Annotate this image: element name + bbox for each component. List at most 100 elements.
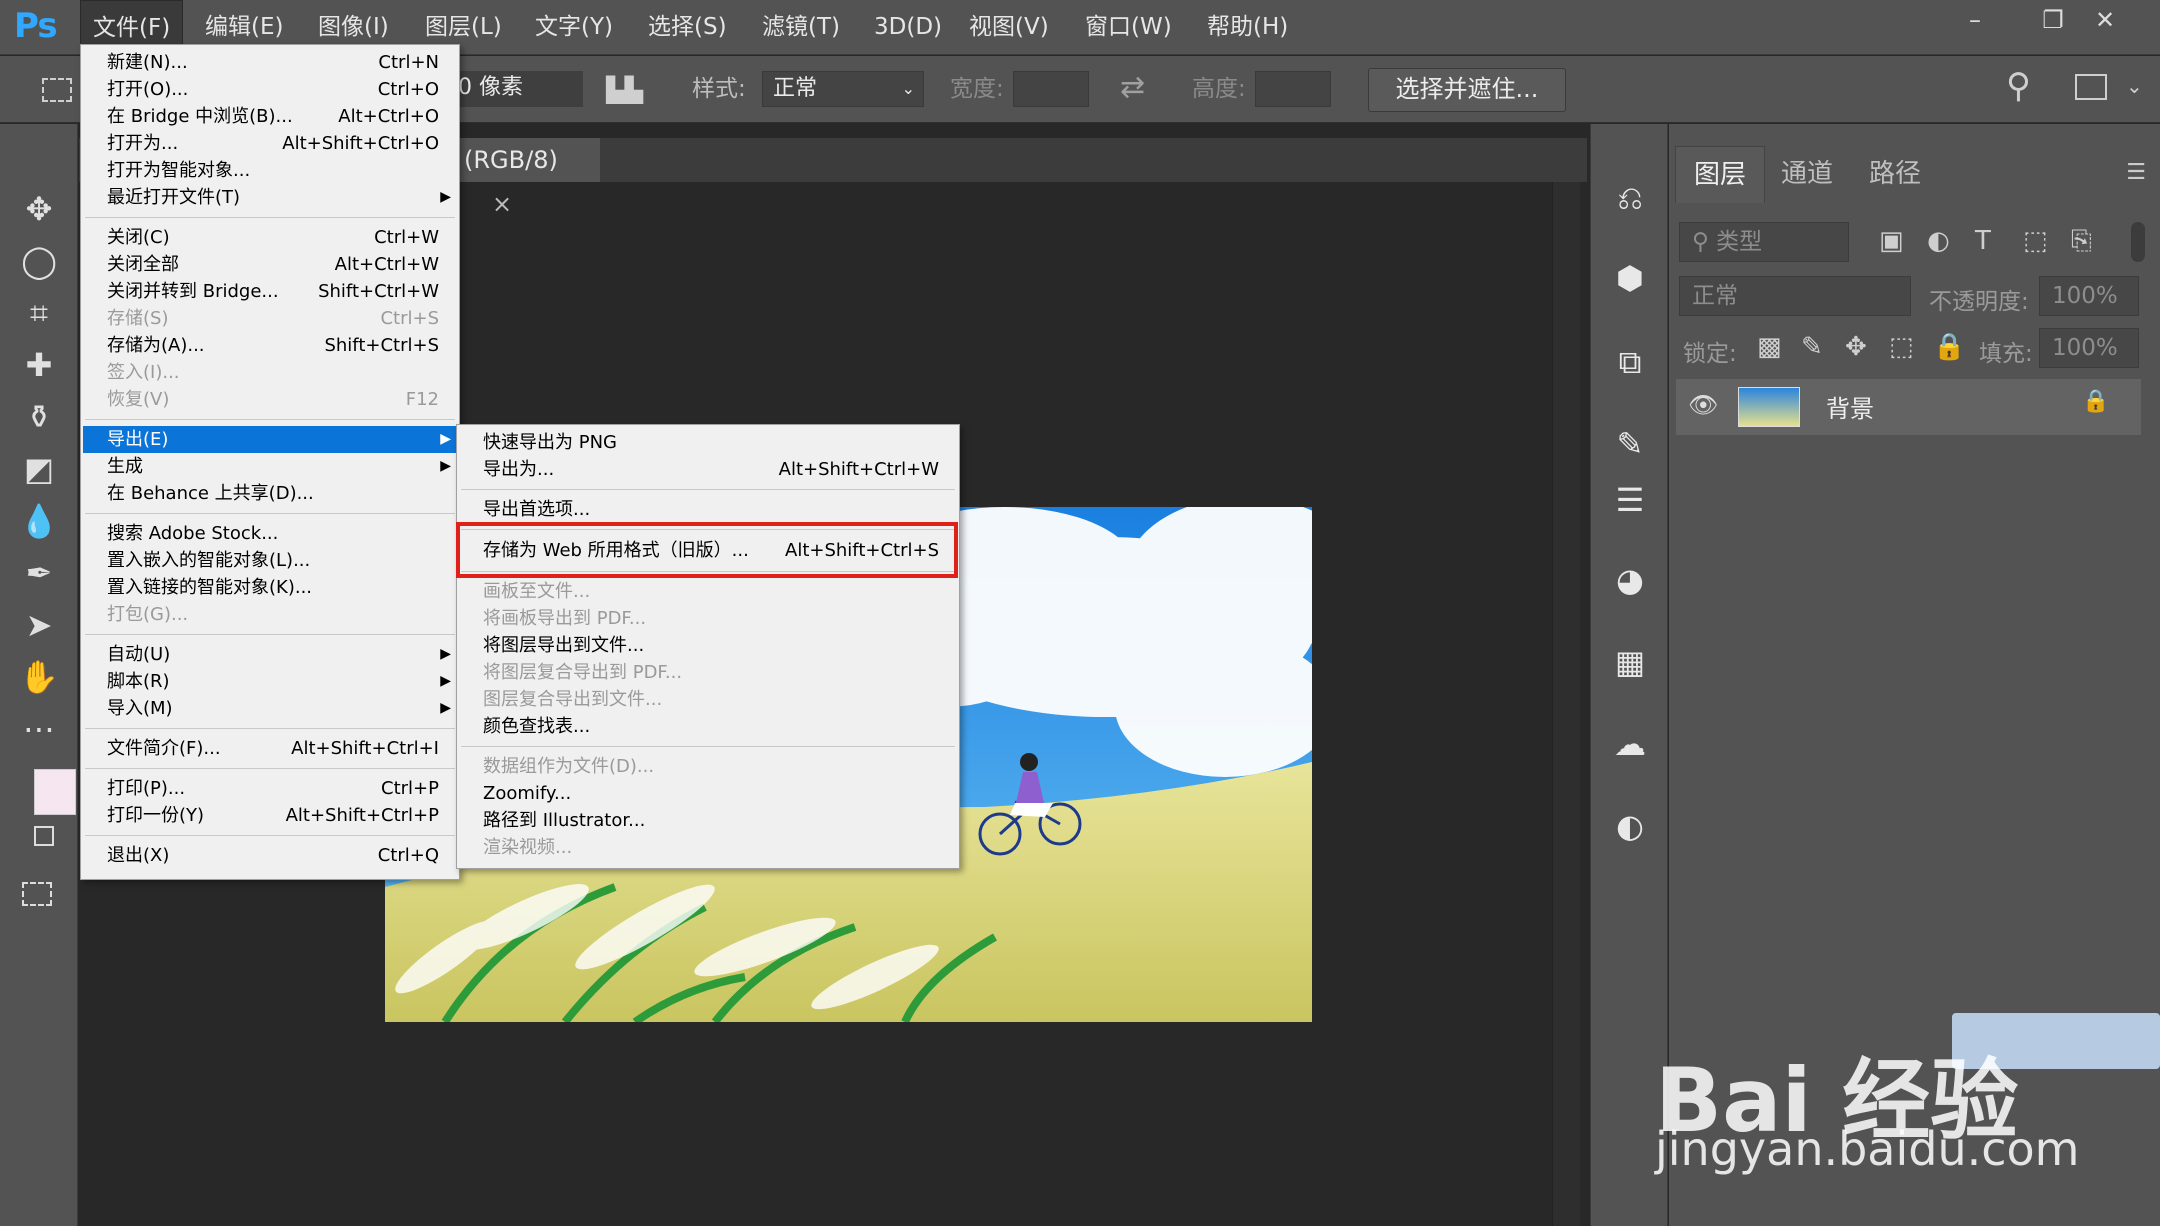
grid-icon[interactable]: ▦ — [1606, 638, 1654, 686]
anti-alias-icon[interactable]: ▙▙ — [606, 76, 643, 104]
menu-item-file-info[interactable]: 文件简介(F)... Alt+Shift+Ctrl+I — [83, 735, 457, 762]
libraries-icon[interactable]: ☁ — [1606, 720, 1654, 768]
vertical-scrollbar[interactable] — [1552, 182, 1580, 1226]
menu-item-color-lookup[interactable]: 颜色查找表... — [459, 713, 957, 740]
workspace-chevron-icon[interactable]: ⌄ — [2126, 74, 2143, 98]
menu-item-close-all[interactable]: 关闭全部 Alt+Ctrl+W — [83, 251, 457, 278]
close-tab-icon[interactable]: × — [492, 190, 512, 218]
tab-layers[interactable]: 图层 — [1675, 146, 1766, 203]
menu-item-zoomify[interactable]: Zoomify... — [459, 780, 957, 807]
menu-item-quick-export-png[interactable]: 快速导出为 PNG — [459, 429, 957, 456]
menu-item-automate[interactable]: 自动(U) ▶ — [83, 641, 457, 668]
swap-icon[interactable]: ⇄ — [1120, 70, 1145, 105]
filter-type-icon[interactable]: T — [1975, 226, 1991, 256]
menu-view[interactable]: 视图(V) — [957, 0, 1061, 55]
more-tools-icon[interactable]: ⋯ — [14, 706, 64, 752]
lock-all-icon[interactable]: 🔒 — [1933, 332, 1965, 362]
menu-item-open-smart-object[interactable]: 打开为智能对象... — [83, 157, 457, 184]
filter-adjust-icon[interactable]: ◐ — [1927, 226, 1950, 256]
lasso-tool-icon[interactable]: ◯ — [14, 238, 64, 284]
lock-image-icon[interactable]: ✎ — [1801, 332, 1823, 362]
document-tab[interactable]: (RGB/8) × — [440, 138, 600, 218]
menu-item-generate[interactable]: 生成 ▶ — [83, 453, 457, 480]
menu-item-import[interactable]: 导入(M) ▶ — [83, 695, 457, 722]
filter-smart-icon[interactable]: ⎘ — [2071, 226, 2092, 257]
default-colors-icon[interactable] — [34, 826, 54, 846]
opacity-input[interactable]: 100% — [2039, 276, 2139, 316]
clone-stamp-icon[interactable]: ⚱ — [14, 394, 64, 440]
path-select-icon[interactable]: ➤ — [14, 602, 64, 648]
menu-item-print[interactable]: 打印(P)... Ctrl+P — [83, 775, 457, 802]
menu-item-scripts[interactable]: 脚本(R) ▶ — [83, 668, 457, 695]
swatches-palette-icon[interactable]: ◕ — [1606, 556, 1654, 604]
tab-paths[interactable]: 路径 — [1851, 146, 1939, 202]
select-and-mask-button[interactable]: 选择并遮住... — [1368, 68, 1566, 112]
brushes-icon[interactable]: ✎ — [1606, 420, 1654, 468]
foreground-color-swatch[interactable] — [34, 769, 76, 815]
3d-panel-icon[interactable]: ⬢ — [1606, 254, 1654, 302]
height-input[interactable] — [1255, 71, 1331, 107]
blur-tool-icon[interactable]: 💧 — [14, 498, 64, 544]
eraser-tool-icon[interactable]: ◩ — [14, 446, 64, 492]
visibility-eye-icon[interactable]: 👁 — [1688, 391, 1718, 419]
menu-item-print-one-copy[interactable]: 打印一份(Y) Alt+Shift+Ctrl+P — [83, 802, 457, 829]
menu-item-browse-bridge[interactable]: 在 Bridge 中浏览(B)... Alt+Ctrl+O — [83, 103, 457, 130]
close-window-icon[interactable]: ✕ — [2070, 0, 2140, 40]
tab-channels[interactable]: 通道 — [1763, 146, 1851, 202]
width-input[interactable] — [1013, 71, 1089, 107]
filter-shape-icon[interactable]: ⬚ — [2023, 226, 2048, 256]
history-icon[interactable]: ⎌ — [1606, 174, 1654, 222]
menu-item-place-linked[interactable]: 置入链接的智能对象(K)... — [83, 574, 457, 601]
layer-name[interactable]: 背景 — [1826, 389, 1874, 424]
menu-item-share-behance[interactable]: 在 Behance 上共享(D)... — [83, 480, 457, 507]
menu-type[interactable]: 文字(Y) — [523, 0, 625, 55]
panel-menu-icon[interactable]: ☰ — [2126, 160, 2146, 185]
minimize-icon[interactable]: – — [1940, 0, 2010, 40]
properties-icon[interactable]: ◐ — [1606, 802, 1654, 850]
search-icon[interactable]: ⚲ — [2006, 66, 2031, 106]
menu-item-paths-to-illustrator[interactable]: 路径到 Illustrator... — [459, 807, 957, 834]
menu-item-export-as[interactable]: 导出为... Alt+Shift+Ctrl+W — [459, 456, 957, 483]
fill-input[interactable]: 100% — [2039, 328, 2139, 368]
menu-item-exit[interactable]: 退出(X) Ctrl+Q — [83, 842, 457, 869]
lock-transparent-icon[interactable]: ▩ — [1757, 332, 1782, 362]
menu-item-open-as[interactable]: 打开为... Alt+Shift+Ctrl+O — [83, 130, 457, 157]
menu-select[interactable]: 选择(S) — [636, 0, 739, 55]
menu-item-save-as[interactable]: 存储为(A)... Shift+Ctrl+S — [83, 332, 457, 359]
submenu-arrow-icon: ▶ — [440, 431, 451, 447]
menu-window[interactable]: 窗口(W) — [1073, 0, 1184, 55]
healing-brush-icon[interactable]: ✚ — [14, 342, 64, 388]
layer-lock-icon[interactable]: 🔒 — [2082, 389, 2109, 414]
menu-item-export[interactable]: 导出(E) ▶ — [83, 426, 457, 453]
brush-settings-icon[interactable]: ⧉ — [1606, 338, 1654, 386]
lock-position-icon[interactable]: ✥ — [1845, 332, 1867, 362]
pen-tool-icon[interactable]: ✒ — [14, 550, 64, 596]
menu-filter[interactable]: 滤镜(T) — [750, 0, 852, 55]
menu-item-recent-files[interactable]: 最近打开文件(T) ▶ — [83, 184, 457, 211]
move-tool-icon[interactable]: ✥ — [14, 186, 64, 232]
menu-item-close[interactable]: 关闭(C) Ctrl+W — [83, 224, 457, 251]
menu-item-new[interactable]: 新建(N)... Ctrl+N — [83, 49, 457, 76]
style-select[interactable]: 正常 ⌄ — [762, 71, 924, 107]
menu-item-place-embedded[interactable]: 置入嵌入的智能对象(L)... — [83, 547, 457, 574]
layer-filter-select[interactable]: ⚲ 类型 — [1679, 222, 1849, 262]
menu-3d[interactable]: 3D(D) — [862, 0, 954, 55]
menu-item-search-stock[interactable]: 搜索 Adobe Stock... — [83, 520, 457, 547]
hand-tool-icon[interactable]: ✋ — [14, 654, 64, 700]
menu-help[interactable]: 帮助(H) — [1195, 0, 1300, 55]
rect-marquee-icon[interactable] — [42, 78, 72, 102]
menu-item-close-goto-bridge[interactable]: 关闭并转到 Bridge... Shift+Ctrl+W — [83, 278, 457, 305]
feather-input[interactable]: 0 像素 — [448, 71, 583, 107]
crop-tool-icon[interactable]: ⌗ — [14, 290, 64, 336]
layer-row-background[interactable]: 👁 背景 🔒 — [1676, 379, 2141, 435]
blend-mode-select[interactable]: 正常 — [1679, 276, 1911, 316]
filter-toggle[interactable] — [2131, 222, 2145, 262]
filter-pixel-icon[interactable]: ▣ — [1879, 226, 1904, 256]
lock-artboard-icon[interactable]: ⬚ — [1889, 332, 1914, 362]
quick-mask-icon[interactable] — [22, 882, 52, 906]
adjustments-icon[interactable]: ☰ — [1606, 476, 1654, 524]
menu-item-export-preferences[interactable]: 导出首选项... — [459, 496, 957, 523]
menu-item-layers-to-files[interactable]: 将图层导出到文件... — [459, 632, 957, 659]
menu-item-open[interactable]: 打开(O)... Ctrl+O — [83, 76, 457, 103]
workspace-icon[interactable] — [2075, 74, 2107, 100]
